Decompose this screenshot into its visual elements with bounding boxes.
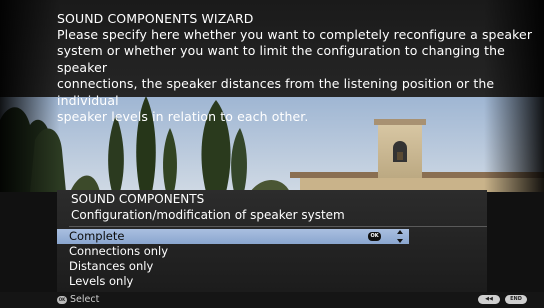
wizard-title: SOUND COMPONENTS WIZARD (57, 11, 254, 26)
ok-button-icon: OK (57, 296, 67, 304)
option-label: Distances only (69, 259, 154, 273)
option-label: Connections only (69, 244, 169, 258)
wizard-line-3: connections, the speaker distances from … (57, 76, 495, 108)
ok-icon: OK (368, 232, 381, 241)
end-button[interactable]: END (505, 295, 527, 304)
option-complete[interactable]: Complete OK (57, 229, 409, 244)
back-button[interactable]: ◀◀ (478, 295, 500, 304)
panel-subtitle: Configuration/modification of speaker sy… (71, 208, 345, 222)
panel-title: SOUND COMPONENTS (71, 192, 205, 206)
option-connections-only[interactable]: Connections only (57, 244, 409, 259)
wizard-line-4: speaker levels in relation to each other… (57, 109, 309, 125)
footer-bar: OK Select ◀◀ END (0, 292, 544, 308)
up-down-arrows-icon (397, 230, 403, 243)
option-distances-only[interactable]: Distances only (57, 259, 409, 274)
wizard-info: SOUND COMPONENTS WIZARD Please specify h… (57, 11, 537, 125)
panel-divider (69, 226, 487, 227)
wizard-line-1: Please specify here whether you want to … (57, 27, 533, 42)
select-hint: Select (70, 294, 100, 305)
option-label: Levels only (69, 274, 134, 288)
option-label: Complete (69, 229, 125, 243)
option-list: Complete OK Connections only Distances o… (57, 229, 409, 289)
option-levels-only[interactable]: Levels only (57, 274, 409, 289)
wizard-line-2: system or whether you want to limit the … (57, 43, 505, 75)
